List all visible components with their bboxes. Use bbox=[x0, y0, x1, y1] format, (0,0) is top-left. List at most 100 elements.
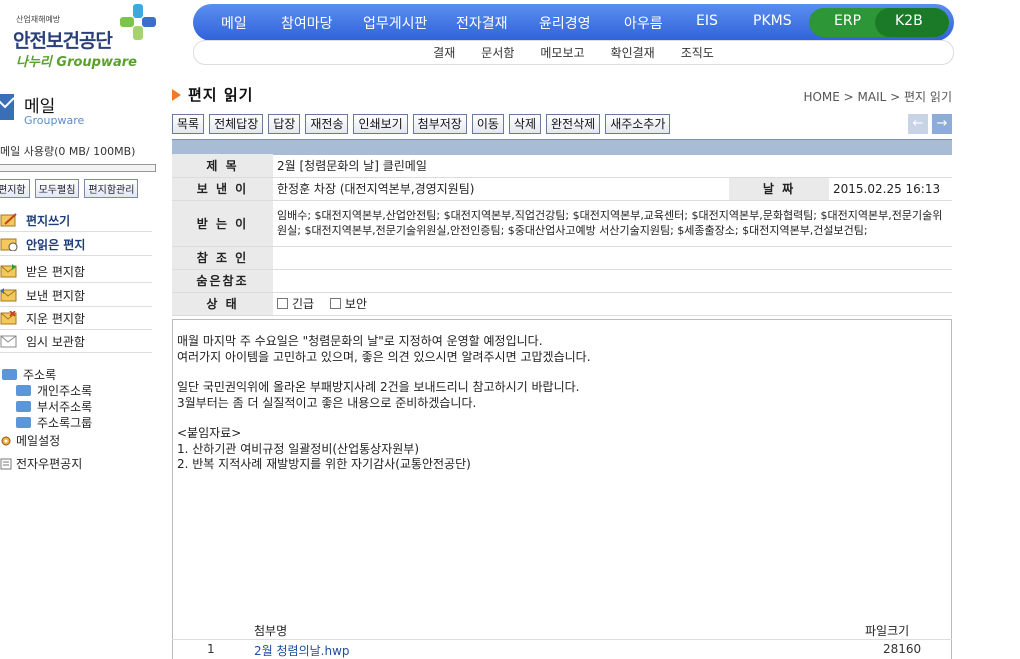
cc-label: 참 조 인 bbox=[172, 246, 273, 270]
to-label: 받 는 이 bbox=[172, 200, 273, 247]
subject-row: 제 목 2월 [청렴문화의 날] 클린메일 bbox=[172, 154, 952, 178]
sidebar-item-unread[interactable]: 안읽은 편지 bbox=[0, 233, 152, 256]
urgent-checkbox[interactable] bbox=[277, 298, 288, 309]
tree-personal-addressbook[interactable]: 개인주소록 bbox=[16, 382, 92, 399]
title-row: 편지 읽기 HOME > MAIL > 편지 읽기 bbox=[172, 82, 952, 106]
body-line-break bbox=[177, 365, 947, 380]
reply-button[interactable]: 답장 bbox=[268, 114, 301, 134]
print-view-button[interactable]: 인쇄보기 bbox=[353, 114, 408, 134]
tree-label: 메일설정 bbox=[16, 434, 61, 448]
sidebar-item-label: 안읽은 편지 bbox=[26, 237, 86, 252]
bcc-row: 숨은참조 bbox=[172, 269, 952, 293]
bcc-label: 숨은참조 bbox=[172, 269, 273, 293]
logo-subtitle: 나누리 Groupware bbox=[16, 55, 137, 70]
topnav-erp[interactable]: ERP bbox=[834, 13, 861, 29]
tree-addressbook[interactable]: 주소록 bbox=[2, 366, 56, 383]
secure-checkbox[interactable] bbox=[329, 298, 341, 309]
permanent-delete-button[interactable]: 완전삭제 bbox=[546, 114, 601, 134]
urgent-label: 긴급 bbox=[292, 297, 315, 311]
reply-all-button[interactable]: 전체답장 bbox=[209, 114, 264, 134]
top-navigation: 메일 참여마당 업무게시판 전자결재 윤리경영 아우름 EIS PKMS ERP… bbox=[193, 4, 954, 41]
to-row: 받 는 이 임배수; $대전지역본부,산업안전팀; $대전지역본부,직업건강팀;… bbox=[172, 200, 952, 247]
tree-label: 주소록 bbox=[23, 368, 57, 382]
mailbox-manage-button[interactable]: 편지함관리 bbox=[84, 179, 139, 198]
sidebar-item-label: 임시 보관함 bbox=[26, 334, 86, 349]
next-mail-arrow-icon[interactable]: → bbox=[932, 114, 952, 134]
tree-label: 개인주소록 bbox=[37, 384, 93, 398]
unread-mail-icon bbox=[0, 238, 18, 251]
attachment-size: 28160 bbox=[883, 642, 922, 656]
topnav-approval[interactable]: 전자결재 bbox=[456, 13, 508, 33]
header-separator bbox=[172, 139, 952, 155]
sidebar-subtitle: Groupware bbox=[24, 114, 85, 127]
tree-label: 주소록그룹 bbox=[37, 416, 93, 430]
body-line: 여러가지 아이템을 고민하고 있으며, 좋은 의견 있으시면 알려주시면 고맙겠… bbox=[177, 349, 591, 364]
body-line: 2. 반복 지적사례 재발방지를 위한 자기감사(교통안전공단) bbox=[177, 457, 471, 471]
delete-button[interactable]: 삭제 bbox=[508, 114, 542, 134]
tree-addressbook-group[interactable]: 주소록그룹 bbox=[16, 414, 92, 431]
topnav-aureum[interactable]: 아우름 bbox=[624, 13, 663, 33]
cc-row: 참 조 인 bbox=[172, 246, 952, 270]
subject-label: 제 목 bbox=[172, 154, 273, 178]
topnav-k2b[interactable]: K2B bbox=[895, 13, 923, 29]
toolbar: 목록 전체답장 답장 재전송 인쇄보기 첨부저장 이동 삭제 완전삭제 새주소추… bbox=[172, 114, 671, 134]
save-attachment-button[interactable]: 첨부저장 bbox=[412, 114, 467, 134]
topnav-participation[interactable]: 참여마당 bbox=[281, 13, 333, 33]
sidebar-buttons: 편지함 모두펼침 편지함관리 bbox=[0, 179, 139, 198]
list-button[interactable]: 목록 bbox=[172, 114, 205, 134]
subject-value: 2월 [청렴문화의 날] 클린메일 bbox=[273, 154, 952, 178]
main-content: 편지 읽기 HOME > MAIL > 편지 읽기 목록 전체답장 답장 재전송… bbox=[172, 82, 952, 659]
logo-slogan: 산업재해예방 bbox=[16, 15, 61, 24]
sidebar-item-label: 받은 편지함 bbox=[26, 264, 86, 279]
trash-mail-icon bbox=[0, 311, 17, 325]
page-title: 편지 읽기 bbox=[188, 86, 254, 104]
folder-icon bbox=[16, 401, 31, 412]
sidebar-item-mail-settings[interactable]: 메일설정 bbox=[0, 432, 60, 449]
mail-navigation: ← → bbox=[908, 114, 952, 134]
mail-usage-text: 메일 사용량(0 MB/ 100MB) bbox=[0, 145, 136, 158]
mail-header-table: 제 목 2월 [청렴문화의 날] 클린메일 보 낸 이 한정훈 차장 (대전지역… bbox=[172, 154, 952, 316]
mailbox-button[interactable]: 편지함 bbox=[0, 179, 30, 198]
topnav-board[interactable]: 업무게시판 bbox=[363, 13, 427, 33]
subnav-org-chart[interactable]: 조직도 bbox=[681, 44, 714, 61]
subnav-approval[interactable]: 결재 bbox=[433, 44, 455, 61]
sender-link[interactable]: 한정훈 차장 (대전지역본부,경영지원팀) bbox=[273, 177, 729, 201]
sidebar-item-notice[interactable]: 전자우편공지 bbox=[0, 455, 82, 472]
sidebar-item-label: 보낸 편지함 bbox=[26, 288, 86, 303]
subnav-documents[interactable]: 문서함 bbox=[481, 44, 514, 61]
sidebar-item-inbox[interactable]: 받은 편지함 bbox=[0, 260, 152, 283]
sent-icon bbox=[0, 288, 17, 302]
tree-department-addressbook[interactable]: 부서주소록 bbox=[16, 398, 92, 415]
add-address-button[interactable]: 새주소추가 bbox=[605, 114, 671, 134]
folder-icon bbox=[2, 369, 17, 380]
pencil-icon bbox=[0, 213, 17, 227]
move-button[interactable]: 이동 bbox=[471, 114, 504, 134]
subnav-memo-report[interactable]: 메모보고 bbox=[540, 44, 584, 61]
topnav-eis[interactable]: EIS bbox=[696, 13, 718, 29]
topnav-pkms[interactable]: PKMS bbox=[753, 13, 792, 29]
status-value: 긴급 보안 bbox=[273, 292, 952, 316]
sidebar-item-drafts[interactable]: 임시 보관함 bbox=[0, 330, 152, 353]
previous-mail-arrow-icon[interactable]: ← bbox=[908, 114, 928, 134]
cc-value bbox=[273, 246, 952, 270]
attachment-number: 1 bbox=[207, 642, 215, 656]
mail-usage-bar bbox=[0, 164, 156, 172]
cross-logo-icon bbox=[120, 4, 156, 40]
sidebar-item-sent[interactable]: 보낸 편지함 bbox=[0, 284, 152, 307]
sidebar-item-compose[interactable]: 편지쓰기 bbox=[0, 209, 152, 232]
subnav-confirm-approval[interactable]: 확인결재 bbox=[611, 44, 655, 61]
logo[interactable]: 산업재해예방 안전보건공단 나누리 Groupware bbox=[8, 4, 158, 70]
resend-button[interactable]: 재전송 bbox=[305, 114, 349, 134]
logo-name: 안전보건공단 bbox=[13, 30, 113, 52]
status-row: 상 태 긴급 보안 bbox=[172, 292, 952, 316]
erp-k2b-group bbox=[809, 8, 949, 37]
notice-icon bbox=[0, 458, 12, 469]
topnav-ethics[interactable]: 윤리경영 bbox=[539, 13, 591, 33]
attachment-size-header: 파일크기 bbox=[865, 624, 910, 638]
body-line: 1. 산하기관 여비규정 일괄정비(산업통상자원부) bbox=[177, 441, 420, 456]
attachment-name-header: 첨부명 bbox=[254, 624, 288, 638]
topnav-mail[interactable]: 메일 bbox=[221, 13, 247, 33]
attachment-link[interactable]: 2월 청렴의날.hwp bbox=[254, 642, 350, 659]
expand-all-button[interactable]: 모두펼침 bbox=[34, 179, 80, 198]
sidebar-item-trash[interactable]: 지운 편지함 bbox=[0, 307, 152, 330]
